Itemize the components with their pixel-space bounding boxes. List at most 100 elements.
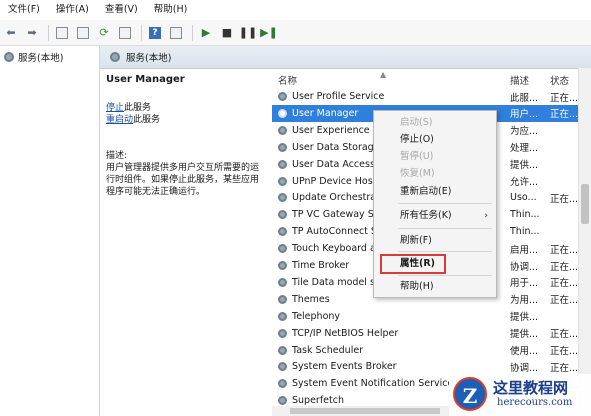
service-name: Update Orchestra — [292, 192, 377, 204]
service-gear-icon — [278, 159, 287, 169]
service-gear-icon — [278, 294, 287, 304]
sort-up-icon: ▲ — [380, 70, 387, 79]
back-arrow-icon[interactable]: ⬅ — [2, 24, 20, 42]
menu-start[interactable]: 启动(S) — [374, 115, 496, 131]
stop-service-link[interactable]: 停止 — [106, 103, 124, 113]
service-gear-icon — [278, 396, 287, 406]
service-gear-icon — [278, 328, 287, 338]
service-name: Telephony — [292, 310, 341, 322]
export-icon[interactable] — [116, 24, 134, 42]
restart-service-link[interactable]: 重启动 — [106, 115, 133, 125]
service-gear-icon — [278, 244, 287, 254]
service-description: 协调... — [510, 261, 539, 273]
properties-icon[interactable] — [167, 24, 185, 42]
main-panel: 服务(本地) User Manager 停止此服务 重启动此服务 描述: 用户管… — [100, 46, 591, 416]
service-row[interactable]: Task Scheduler 使用... 正在... — [272, 342, 578, 359]
restart-service-suffix: 此服务 — [133, 115, 161, 125]
service-row[interactable]: Telephony 提供... — [272, 308, 578, 325]
service-name: User Data Access — [292, 158, 375, 170]
description-label: 描述: — [106, 151, 128, 161]
service-gear-icon — [278, 311, 287, 321]
service-name: Touch Keyboard a — [292, 243, 376, 255]
column-header-name[interactable]: 名称 — [278, 73, 297, 87]
pause-icon[interactable]: ❚❚ — [239, 24, 257, 42]
menu-pause[interactable]: 暂停(U) — [374, 149, 496, 165]
menu-stop[interactable]: 停止(O) — [374, 132, 496, 148]
restart-icon[interactable]: ▶❚ — [260, 24, 278, 42]
service-gear-icon — [278, 193, 287, 203]
service-row[interactable]: System Events Broker 协调... 正在... — [272, 358, 578, 375]
service-name: User Data Storag — [292, 141, 374, 153]
console-view-icon[interactable] — [53, 24, 71, 42]
service-description: 允许... — [510, 177, 539, 188]
service-gear-icon — [278, 261, 287, 270]
service-name: User Manager — [292, 107, 359, 119]
watermark-title: 这里教程网 — [493, 379, 569, 397]
menu-divider — [398, 251, 492, 252]
stop-service-suffix: 此服务 — [124, 103, 152, 113]
service-name: User Profile Service — [292, 91, 385, 102]
site-watermark: Z 这里教程网 herecours.com — [449, 374, 591, 416]
column-header-description[interactable]: 描述 — [510, 73, 529, 87]
horizontal-scrollbar-thumb[interactable] — [290, 408, 440, 414]
toolbar-divider — [141, 24, 142, 41]
services-gear-icon — [4, 52, 14, 62]
panel-header-label: 服务(本地) — [126, 53, 172, 64]
service-description: 处理... — [510, 143, 539, 155]
menu-all-tasks[interactable]: 所有任务(K) › — [374, 208, 496, 224]
service-name: TCP/IP NetBIOS Helper — [292, 327, 399, 339]
service-description-pane: User Manager 停止此服务 重启动此服务 描述: 用户管理器提供多用户… — [106, 74, 266, 198]
refresh-icon[interactable]: ⟳ — [95, 24, 113, 42]
menu-help[interactable]: 帮助(H) — [146, 0, 196, 20]
service-description: Thin... — [510, 209, 540, 221]
service-gear-icon — [278, 210, 287, 220]
watermark-url: herecours.com — [497, 397, 573, 408]
service-description: 协调... — [510, 362, 539, 374]
menu-resume[interactable]: 恢复(M) — [374, 166, 496, 182]
menu-all-tasks-label: 所有任务(K) — [400, 210, 452, 221]
service-gear-icon — [278, 362, 287, 372]
vertical-scrollbar[interactable] — [578, 68, 591, 416]
tree-item-services-local[interactable]: 服务(本地) — [4, 50, 63, 64]
service-row[interactable]: User Profile Service 此服... 正在... — [272, 88, 578, 105]
menu-help[interactable]: 帮助(H) — [374, 279, 496, 295]
service-description: 提供... — [510, 160, 539, 172]
service-status: 正在... — [550, 295, 579, 307]
service-name: Superfetch — [292, 395, 344, 407]
menu-view[interactable]: 查看(V) — [97, 0, 146, 20]
column-header-status[interactable]: 状态 — [550, 73, 569, 87]
menu-refresh[interactable]: 刷新(F) — [374, 233, 496, 249]
list-view-icon[interactable] — [74, 24, 92, 42]
play-icon[interactable]: ▶ — [197, 24, 215, 42]
service-status: 正在... — [550, 261, 579, 273]
service-description: 使用... — [510, 346, 539, 357]
scrollbar-thumb[interactable] — [581, 184, 589, 224]
menu-properties[interactable]: 属性(R) — [374, 256, 496, 272]
watermark-badge: Z — [453, 377, 487, 411]
service-row[interactable]: TCP/IP NetBIOS Helper 提供... 正在... — [272, 325, 578, 342]
service-description: 用于... — [510, 278, 539, 290]
tree-item-label: 服务(本地) — [18, 53, 64, 64]
menu-action[interactable]: 操作(A) — [48, 0, 97, 20]
service-name: Themes — [292, 293, 330, 305]
stop-icon[interactable]: ■ — [218, 24, 236, 42]
stop-service-line: 停止此服务 — [106, 102, 266, 114]
service-status: 正在... — [550, 346, 579, 357]
restart-service-line: 重启动此服务 — [106, 114, 266, 126]
selected-service-title: User Manager — [106, 74, 185, 85]
toolbar-divider — [48, 24, 49, 41]
service-gear-icon — [278, 92, 287, 101]
menu-restart[interactable]: 重新启动(E) — [374, 184, 496, 200]
service-gear-icon — [278, 142, 287, 152]
service-status: 正在... — [550, 244, 579, 256]
menu-divider — [398, 275, 492, 276]
description-text: 用户管理器提供多用户交互所需要的运行时组件。如果停止此服务，某些应用程序可能无法… — [106, 163, 260, 197]
service-gear-icon — [278, 227, 287, 237]
menu-file[interactable]: 文件(F) — [0, 0, 48, 20]
service-description: Uso... — [510, 192, 537, 204]
forward-arrow-icon[interactable]: ➡ — [23, 24, 41, 42]
service-name: TP AutoConnect S — [292, 226, 377, 238]
help-icon[interactable]: ? — [146, 24, 164, 42]
service-name: Task Scheduler — [292, 344, 364, 356]
service-gear-icon — [278, 125, 287, 135]
